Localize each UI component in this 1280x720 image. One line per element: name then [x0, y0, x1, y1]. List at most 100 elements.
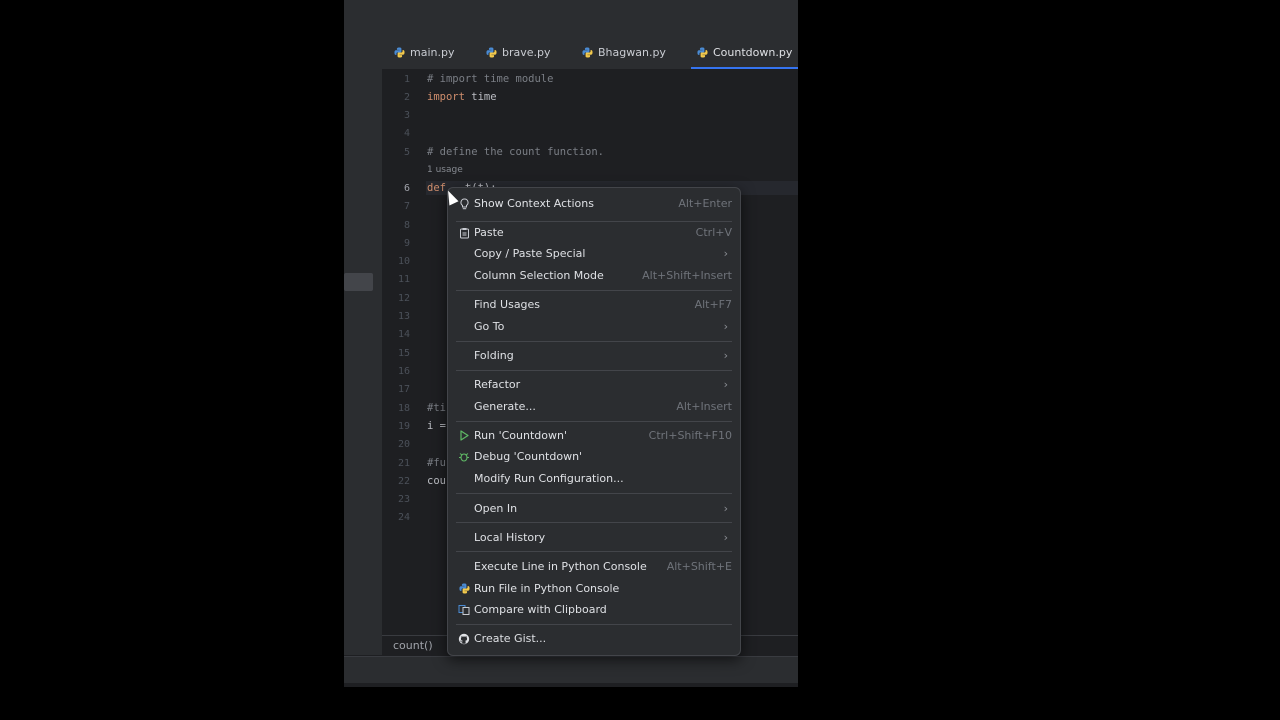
- editor-context-menu: Show Context Actions Alt+Enter Paste Ctr…: [447, 187, 741, 656]
- menu-item-compare-with-clipboard[interactable]: Compare with Clipboard: [456, 599, 732, 620]
- shortcut-label: Alt+Enter: [678, 197, 732, 210]
- menu-item-label: Create Gist...: [474, 632, 547, 645]
- tab-countdown-py[interactable]: Countdown.py: [691, 35, 798, 69]
- line-number: 11: [397, 274, 410, 285]
- line-number: 23: [397, 494, 410, 505]
- tab-label: brave.py: [502, 45, 551, 59]
- menu-separator: [456, 551, 732, 552]
- code-line-18: #ti: [427, 402, 446, 414]
- line-number: 18: [397, 403, 410, 414]
- chevron-right-icon: ›: [723, 502, 728, 515]
- code-line-19: i =: [427, 420, 446, 432]
- menu-item-generate[interactable]: Generate... Alt+Insert: [456, 396, 732, 417]
- shortcut-label: Alt+Shift+Insert: [642, 269, 732, 282]
- menu-separator: [456, 624, 732, 625]
- menu-item-paste[interactable]: Paste Ctrl+V: [456, 222, 732, 243]
- line-number: 16: [397, 366, 410, 377]
- line-number: 24: [397, 512, 410, 523]
- line-number: 20: [397, 439, 410, 450]
- menu-item-modify-run-configuration[interactable]: Modify Run Configuration...: [456, 468, 732, 489]
- chevron-right-icon: ›: [723, 378, 728, 391]
- menu-item-label: Local History: [474, 531, 546, 544]
- menu-item-debug-countdown[interactable]: Debug 'Countdown': [456, 446, 732, 467]
- project-tool-strip: [344, 35, 382, 655]
- menu-item-refactor[interactable]: Refactor ›: [456, 374, 732, 395]
- tab-main-py[interactable]: main.py: [394, 35, 454, 69]
- menu-separator: [456, 421, 732, 422]
- line-number: 9: [403, 238, 410, 249]
- line-number: 12: [397, 293, 410, 304]
- line-number-gutter[interactable]: 1 2 3 4 5 6 7 8 9 10 11 12 13 14 15 16 1…: [382, 69, 426, 635]
- menu-item-go-to[interactable]: Go To ›: [456, 316, 732, 337]
- line-number: 10: [397, 256, 410, 267]
- module-name: time: [464, 91, 497, 103]
- menu-item-label: Compare with Clipboard: [474, 603, 607, 616]
- code-line-1: # import time module: [427, 73, 554, 85]
- menu-item-local-history[interactable]: Local History ›: [456, 527, 732, 548]
- menu-item-label: Folding: [474, 349, 514, 362]
- menu-item-find-usages[interactable]: Find Usages Alt+F7: [456, 294, 732, 315]
- breadcrumb-function[interactable]: count(): [393, 639, 433, 652]
- python-icon: [458, 583, 470, 595]
- menu-separator: [456, 493, 732, 494]
- line-number: 22: [397, 476, 410, 487]
- clipboard-icon: [458, 227, 470, 239]
- menu-item-label: Column Selection Mode: [474, 269, 604, 282]
- chevron-right-icon: ›: [723, 531, 728, 544]
- menu-item-run-countdown[interactable]: Run 'Countdown' Ctrl+Shift+F10: [456, 425, 732, 446]
- menu-item-label: Run 'Countdown': [474, 429, 567, 442]
- menu-item-column-selection-mode[interactable]: Column Selection Mode Alt+Shift+Insert: [456, 265, 732, 286]
- tab-label: Bhagwan.py: [598, 45, 666, 59]
- tab-label: Countdown.py: [713, 45, 793, 59]
- tab-bhagwan-py[interactable]: Bhagwan.py: [582, 35, 666, 69]
- line-number: 19: [397, 421, 410, 432]
- shortcut-label: Alt+Shift+E: [666, 560, 732, 573]
- menu-item-label: Modify Run Configuration...: [474, 472, 624, 485]
- menu-separator: [456, 341, 732, 342]
- menu-item-create-gist[interactable]: Create Gist...: [456, 628, 732, 649]
- line-number-current: 6: [403, 183, 410, 194]
- menu-item-folding[interactable]: Folding ›: [456, 345, 732, 366]
- menu-item-open-in[interactable]: Open In ›: [456, 498, 732, 519]
- menu-separator: [456, 522, 732, 523]
- menu-item-label: Refactor: [474, 378, 521, 391]
- shortcut-label: Alt+Insert: [676, 400, 732, 413]
- menu-item-label: Find Usages: [474, 298, 541, 311]
- menu-item-copy-paste-special[interactable]: Copy / Paste Special ›: [456, 243, 732, 264]
- line-number: 2: [403, 92, 410, 103]
- shortcut-label: Ctrl+V: [695, 226, 732, 239]
- tool-window-selection[interactable]: [344, 273, 373, 291]
- status-bar: [344, 656, 798, 683]
- line-number: 5: [403, 147, 410, 158]
- code-line-22: cou: [427, 475, 446, 487]
- chevron-right-icon: ›: [723, 349, 728, 362]
- line-number: 3: [403, 110, 410, 121]
- line-number: 13: [397, 311, 410, 322]
- line-number: 7: [403, 201, 410, 212]
- line-number: 1: [403, 74, 410, 85]
- python-file-icon: [394, 46, 405, 58]
- compare-icon: [458, 604, 470, 616]
- editor-tab-bar: main.py brave.py Bhagwan.py Countdown.py: [382, 35, 798, 69]
- menu-item-label: Show Context Actions: [474, 197, 594, 210]
- menu-item-label: Debug 'Countdown': [474, 450, 583, 463]
- menu-item-label: Generate...: [474, 400, 536, 413]
- code-line-21: #fu: [427, 457, 446, 469]
- usage-hint[interactable]: 1 usage: [427, 165, 463, 175]
- menu-item-run-file-in-python-console[interactable]: Run File in Python Console: [456, 578, 732, 599]
- menu-item-label: Copy / Paste Special: [474, 247, 586, 260]
- code-line-5: # define the count function.: [427, 146, 605, 158]
- line-number: 15: [397, 348, 410, 359]
- line-number: 8: [403, 220, 410, 231]
- menu-item-show-context-actions[interactable]: Show Context Actions Alt+Enter: [456, 193, 732, 214]
- menu-item-label: Execute Line in Python Console: [474, 560, 647, 573]
- menu-separator: [456, 290, 732, 291]
- lightbulb-icon: [458, 197, 470, 210]
- title-bar: [344, 0, 798, 35]
- menu-item-execute-line-in-python-console[interactable]: Execute Line in Python Console Alt+Shift…: [456, 556, 732, 577]
- run-icon: [458, 430, 470, 442]
- line-number: 14: [397, 329, 410, 340]
- tab-brave-py[interactable]: brave.py: [486, 35, 551, 69]
- keyword-import: import: [427, 91, 465, 103]
- menu-separator: [456, 370, 732, 371]
